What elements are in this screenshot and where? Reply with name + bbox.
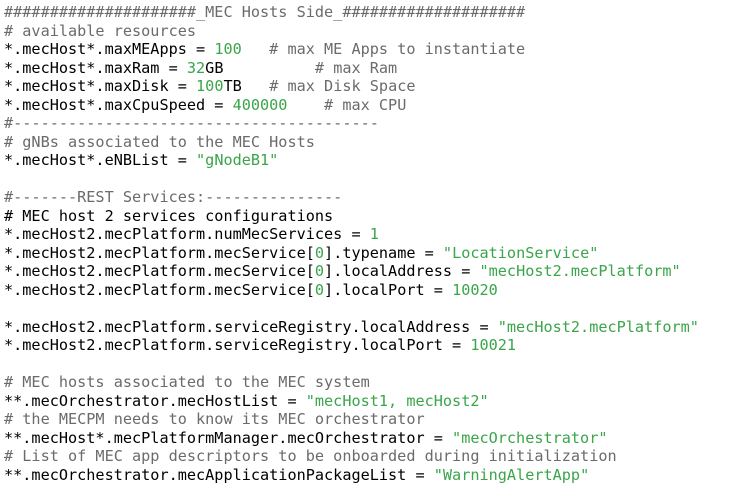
- code-comment: #####################_MEC Hosts Side_###…: [4, 3, 526, 21]
- code-number: 32: [186, 58, 206, 77]
- code-line[interactable]: *.mecHost*.maxDisk = 100TB # max Disk Sp…: [0, 77, 736, 96]
- code-line[interactable]: # MEC hosts associated to the MEC system: [0, 373, 736, 392]
- code-number: 400000: [232, 95, 288, 114]
- code-text: *.mecHost2.mecPlatform.mecService[: [4, 243, 315, 262]
- code-editor[interactable]: #####################_MEC Hosts Side_###…: [0, 0, 736, 490]
- code-line[interactable]: #-------REST Services:---------------: [0, 188, 736, 207]
- code-string: "mecOrchestrator": [452, 428, 608, 447]
- code-line[interactable]: #####################_MEC Hosts Side_###…: [0, 3, 736, 22]
- code-line[interactable]: *.mecHost*.maxMEApps = 100 # max ME Apps…: [0, 40, 736, 59]
- code-string: "mecHost1, mecHost2": [305, 391, 489, 410]
- code-text: ].localPort =: [324, 280, 453, 299]
- code-string: "mecHost2.mecPlatform": [479, 262, 681, 280]
- code-number: 100: [196, 77, 224, 95]
- code-comment: # MEC hosts associated to the MEC system: [4, 373, 370, 391]
- code-comment: # available resources: [4, 21, 197, 40]
- code-line[interactable]: *.mecHost2.mecPlatform.mecService[0].typ…: [0, 244, 736, 263]
- code-line[interactable]: *.mecHost*.maxRam = 32GB # max Ram: [0, 59, 736, 78]
- code-number: 10020: [452, 280, 498, 299]
- code-comment: #---------------------------------------…: [4, 114, 379, 132]
- code-string: "mecHost2.mecPlatform": [497, 317, 699, 336]
- code-comment: # gNBs associated to the MEC Hosts: [4, 132, 315, 151]
- code-string: "gNodeB1": [196, 151, 279, 169]
- code-text: **.mecHost*.mecPlatformManager.mecOrches…: [4, 428, 453, 447]
- code-line[interactable]: *.mecHost2.mecPlatform.numMecServices = …: [0, 225, 736, 244]
- code-number: 10021: [470, 336, 517, 354]
- code-comment: # List of MEC app descriptors to be onbo…: [4, 447, 617, 465]
- code-text: *.mecHost2.mecPlatform.serviceRegistry.l…: [4, 317, 498, 336]
- code-number: 0: [314, 262, 325, 280]
- code-line[interactable]: *.mecHost2.mecPlatform.serviceRegistry.l…: [0, 336, 736, 355]
- code-line[interactable]: # available resources: [0, 22, 736, 41]
- code-number: 100: [214, 40, 242, 58]
- code-string: "LocationService": [442, 243, 599, 262]
- code-line[interactable]: # gNBs associated to the MEC Hosts: [0, 133, 736, 152]
- code-line[interactable]: # the MECPM needs to know its MEC orches…: [0, 410, 736, 429]
- code-text: *.mecHost2.mecPlatform.serviceRegistry.l…: [4, 336, 471, 354]
- code-line[interactable]: ​: [0, 299, 736, 318]
- code-number: 1: [369, 225, 379, 243]
- code-comment: #-------REST Services:---------------: [4, 188, 343, 206]
- code-line[interactable]: *.mecHost*.eNBList = "gNodeB1": [0, 151, 736, 170]
- code-line[interactable]: *.mecHost2.mecPlatform.serviceRegistry.l…: [0, 318, 736, 337]
- code-text: *.mecHost2.mecPlatform.numMecServices =: [4, 225, 370, 243]
- code-text: *.mecHost*.maxDisk =: [4, 77, 197, 95]
- code-comment: # max ME Apps to instantiate: [241, 40, 526, 58]
- code-text: *.mecHost*.maxRam =: [4, 58, 187, 77]
- code-text: *.mecHost2.mecPlatform.mecService[: [4, 262, 315, 280]
- code-comment: # max Disk Space: [241, 77, 416, 95]
- code-comment: # the MECPM needs to know its MEC orches…: [4, 410, 425, 428]
- code-number: 0: [314, 280, 325, 299]
- code-comment: # max CPU: [287, 95, 407, 114]
- code-text: GB: [205, 58, 224, 77]
- code-line[interactable]: **.mecOrchestrator.mecApplicationPackage…: [0, 466, 736, 485]
- code-text: ].localAddress =: [324, 262, 480, 280]
- code-line[interactable]: # List of MEC app descriptors to be onbo…: [0, 447, 736, 466]
- code-number: 0: [314, 243, 325, 262]
- code-line[interactable]: *.mecHost*.maxCpuSpeed = 400000 # max CP…: [0, 96, 736, 115]
- code-text: *.mecHost*.maxMEApps =: [4, 40, 215, 58]
- code-text: # MEC host 2 services configurations: [4, 206, 334, 225]
- code-text: **.mecOrchestrator.mecHostList =: [4, 391, 306, 410]
- code-line[interactable]: #---------------------------------------…: [0, 114, 736, 133]
- code-text: **.mecOrchestrator.mecApplicationPackage…: [4, 465, 434, 484]
- code-line[interactable]: *.mecHost2.mecPlatform.mecService[0].loc…: [0, 281, 736, 300]
- code-text: TB: [223, 77, 242, 95]
- code-string: "WarningAlertApp": [433, 465, 590, 484]
- code-text: *.mecHost*.maxCpuSpeed =: [4, 95, 233, 114]
- code-line[interactable]: *.mecHost2.mecPlatform.mecService[0].loc…: [0, 262, 736, 281]
- code-comment: # max Ram: [223, 58, 398, 77]
- code-text: ].typename =: [324, 243, 443, 262]
- code-line[interactable]: ​: [0, 170, 736, 189]
- code-line[interactable]: **.mecOrchestrator.mecHostList = "mecHos…: [0, 392, 736, 411]
- code-text: *.mecHost2.mecPlatform.mecService[: [4, 280, 315, 299]
- code-line[interactable]: ​: [0, 355, 736, 374]
- code-line[interactable]: # MEC host 2 services configurations: [0, 207, 736, 226]
- code-line[interactable]: **.mecHost*.mecPlatformManager.mecOrches…: [0, 429, 736, 448]
- code-text: *.mecHost*.eNBList =: [4, 151, 197, 169]
